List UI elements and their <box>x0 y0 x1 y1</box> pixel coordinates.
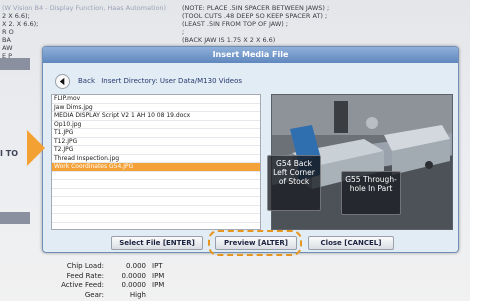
file-list-item[interactable] <box>52 214 260 223</box>
preview-button-highlight <box>208 230 302 256</box>
spindle-stats: Chip Load: 0.000 IPT Feed Rate: 0.0000 I… <box>52 262 172 300</box>
file-list-item[interactable]: MEDIA DISPLAY Script V2 1 AH 10 08 19.do… <box>52 112 260 121</box>
file-list-item[interactable]: T1.JPG <box>52 129 260 138</box>
back-arrow-icon <box>59 77 65 85</box>
selection-pointer-arrow <box>27 130 45 166</box>
program-line: (NOTE: PLACE .5IN SPACER BETWEEN JAWS) ; <box>182 4 330 12</box>
file-list-item[interactable] <box>52 172 260 180</box>
stat-chip-load: Chip Load: 0.000 IPT <box>66 262 163 270</box>
program-line: (LEAST .5IN FROM TOP OF JAW) ; <box>182 20 289 28</box>
stat-active-feed: Active Feed: 0.0000 IPM <box>61 281 165 289</box>
preview-callout-g55: G55 Through-hole In Part <box>341 171 401 215</box>
file-list-item[interactable]: Jaw Dims.jpg <box>52 104 260 112</box>
program-line: (W Vision B4 - Display Function, Haas Au… <box>2 4 167 12</box>
select-file-button[interactable]: Select File [ENTER] <box>111 236 203 250</box>
file-list-item-selected[interactable]: Work Coordinates G54.JPG <box>52 163 260 172</box>
program-text-right: (NOTE: PLACE .5IN SPACER BETWEEN JAWS) ;… <box>182 4 329 44</box>
back-button[interactable] <box>55 73 70 89</box>
program-line: X 2. X 6.6); <box>2 20 39 28</box>
program-line: I TO <box>0 149 19 158</box>
program-line: ; <box>182 28 185 36</box>
file-list-item[interactable]: T2.JPG <box>52 146 260 155</box>
edge-tab <box>0 58 30 70</box>
file-list-item[interactable] <box>52 206 260 214</box>
directory-nav: Back Insert Directory: User Data/M130 Vi… <box>55 72 242 90</box>
stat-feed-rate: Feed Rate: 0.0000 IPM <box>66 271 165 280</box>
edge-tab <box>0 212 30 224</box>
file-list-item[interactable] <box>52 189 260 197</box>
directory-path: Insert Directory: User Data/M130 Videos <box>101 77 243 85</box>
program-line: R O <box>2 28 14 36</box>
preview-callout-g54: G54 Back Left Corner of Stock <box>267 155 321 211</box>
program-line: BA <box>2 36 11 44</box>
program-line: (BACK JAW IS 1.75 X 2 X 6.6) <box>182 36 276 44</box>
insert-media-dialog: Insert Media File Back Insert Directory:… <box>42 46 459 253</box>
file-list-item[interactable]: T12.JPG <box>52 138 260 146</box>
dialog-title: Insert Media File <box>43 47 458 63</box>
file-list-item[interactable]: FLIP.mov <box>52 95 260 104</box>
file-list-item[interactable]: Thread Inspection.jpg <box>52 155 260 163</box>
close-button[interactable]: Close [CANCEL] <box>308 236 394 250</box>
back-label[interactable]: Back <box>78 77 95 85</box>
program-text-mid: I TO <box>0 150 18 158</box>
file-list-item[interactable]: Op10.jpg <box>52 121 260 129</box>
program-line: (TOOL CUTS .48 DEEP SO KEEP SPACER AT) ; <box>182 12 328 20</box>
file-list[interactable]: FLIP.mov Jaw Dims.jpg MEDIA DISPLAY Scri… <box>51 94 261 230</box>
stat-gear: Gear: High <box>84 290 146 299</box>
program-line: 2 X 6.6); <box>2 12 30 20</box>
file-list-item[interactable] <box>52 197 260 206</box>
file-list-item[interactable] <box>52 180 260 189</box>
directory-label: Back Insert Directory: User Data/M130 Vi… <box>78 77 242 85</box>
